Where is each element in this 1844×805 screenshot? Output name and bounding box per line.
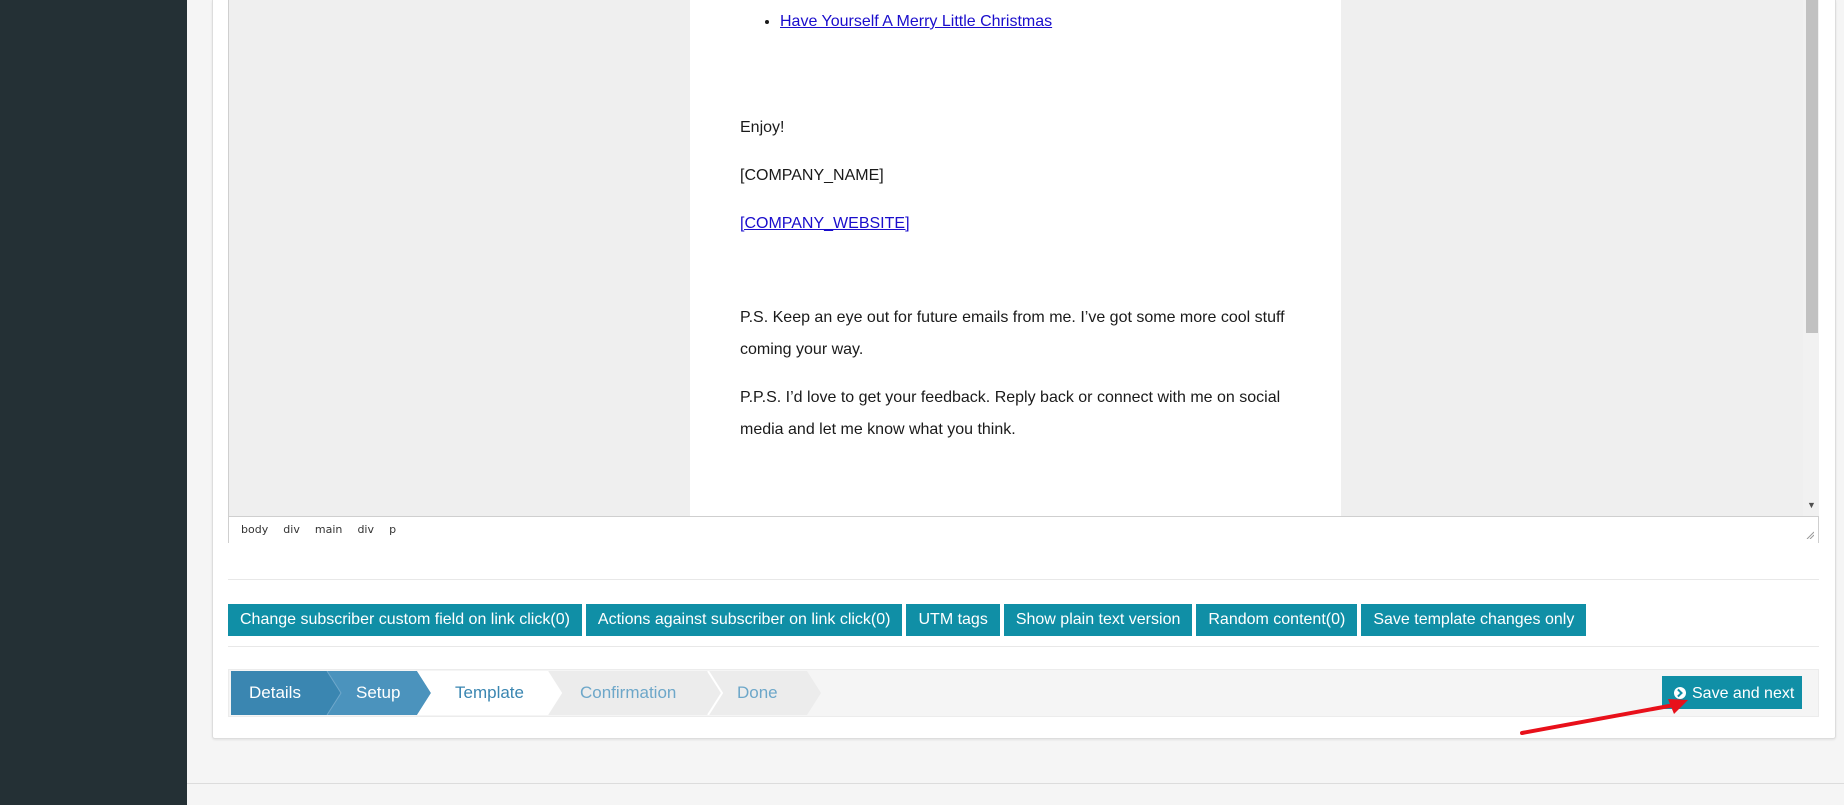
resize-handle-icon[interactable]: [1806, 531, 1814, 539]
ps-line-1: P.S. Keep an eye out for future emails f…: [740, 309, 1285, 326]
save-and-next-label: Save and next: [1692, 685, 1795, 702]
company-name: [COMPANY_NAME]: [740, 167, 884, 184]
custom-field-link-click-button[interactable]: Change subscriber custom field on link c…: [228, 604, 582, 636]
left-sidebar: [0, 0, 187, 805]
scroll-down-icon[interactable]: ▼: [1807, 500, 1816, 510]
step-details[interactable]: Details: [249, 671, 301, 715]
step-done[interactable]: Done: [737, 671, 778, 715]
step-setup[interactable]: Setup: [356, 671, 400, 715]
step-confirmation[interactable]: Confirmation: [580, 671, 676, 715]
email-editor: Have Yourself A Merry Little Christmas E…: [228, 0, 1819, 543]
footer-divider: [187, 783, 1844, 784]
ps-line-2: coming your way.: [740, 341, 864, 358]
random-content-button[interactable]: Random content(0): [1196, 604, 1358, 636]
save-template-changes-button[interactable]: Save template changes only: [1361, 604, 1587, 636]
list-item: Have Yourself A Merry Little Christmas: [780, 8, 1052, 36]
email-body[interactable]: Have Yourself A Merry Little Christmas E…: [690, 0, 1341, 516]
company-website-link[interactable]: [COMPANY_WEBSITE]: [740, 215, 910, 232]
path-item-div-2[interactable]: div: [357, 517, 374, 543]
pps-paragraph: P.P.S. I’d love to get your feedback. Re…: [740, 382, 1300, 446]
song-link[interactable]: Have Yourself A Merry Little Christmas: [780, 13, 1052, 30]
enjoy-text: Enjoy!: [740, 119, 785, 136]
toolbar-divider: [228, 646, 1819, 647]
editor-scrollbar[interactable]: ▼: [1803, 0, 1819, 516]
path-item-main[interactable]: main: [315, 517, 342, 543]
pps-line-1: P.P.S. I’d love to get your feedback. Re…: [740, 389, 1281, 406]
template-toolbar: Change subscriber custom field on link c…: [228, 604, 1587, 636]
song-list: Have Yourself A Merry Little Christmas: [740, 8, 1052, 36]
utm-tags-button[interactable]: UTM tags: [906, 604, 1000, 636]
pps-line-2: media and let me know what you think.: [740, 421, 1016, 438]
company-website-para: [COMPANY_WEBSITE]: [740, 208, 1300, 240]
path-item-div[interactable]: div: [283, 517, 300, 543]
red-arrow-annotation: [1520, 699, 1688, 735]
section-divider: [228, 579, 1819, 580]
editor-canvas[interactable]: Have Yourself A Merry Little Christmas E…: [229, 0, 1803, 516]
path-item-body[interactable]: body: [241, 517, 268, 543]
path-item-p[interactable]: p: [389, 517, 396, 543]
scrollbar-thumb[interactable]: [1806, 0, 1818, 333]
step-template[interactable]: Template: [455, 671, 524, 715]
subscriber-actions-link-click-button[interactable]: Actions against subscriber on link click…: [585, 604, 903, 636]
element-path-bar: body div main div p: [229, 516, 1818, 543]
plain-text-version-button[interactable]: Show plain text version: [1003, 604, 1193, 636]
ps-paragraph: P.S. Keep an eye out for future emails f…: [740, 302, 1300, 366]
